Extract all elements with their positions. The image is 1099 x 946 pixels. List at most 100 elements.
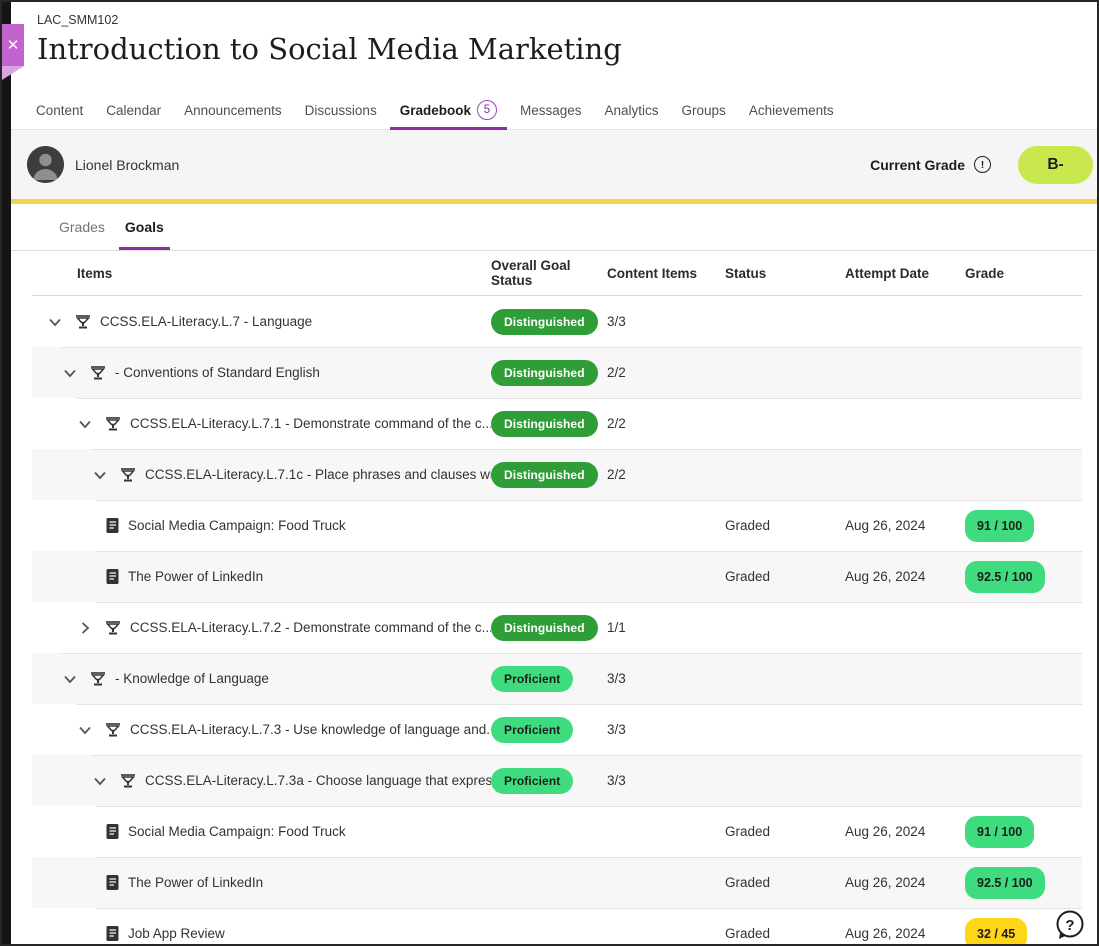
goals-table: Items Overall Goal Status Content Items … bbox=[32, 251, 1082, 946]
goal-icon bbox=[104, 721, 122, 739]
item-status: Graded bbox=[725, 518, 845, 533]
attempt-date: Aug 26, 2024 bbox=[845, 569, 965, 584]
course-nav: Content Calendar Announcements Discussio… bbox=[11, 91, 1097, 130]
chevron-down-icon[interactable] bbox=[92, 773, 108, 789]
goal-status-badge: Proficient bbox=[491, 717, 573, 743]
goal-icon bbox=[89, 364, 107, 382]
content-items-count: 3/3 bbox=[607, 773, 725, 788]
content-items-count: 2/2 bbox=[607, 365, 725, 380]
goal-title[interactable]: CCSS.ELA-Literacy.L.7.2 - Demonstrate co… bbox=[130, 620, 491, 635]
nav-tab-announcements[interactable]: Announcements bbox=[184, 91, 282, 130]
info-icon[interactable]: ! bbox=[974, 156, 991, 173]
grade-pill[interactable]: 92.5 / 100 bbox=[965, 561, 1045, 593]
table-row: The Power of LinkedIn Graded Aug 26, 202… bbox=[32, 551, 1082, 602]
content-item-title[interactable]: Social Media Campaign: Food Truck bbox=[128, 518, 346, 533]
help-button[interactable]: ? bbox=[1054, 909, 1086, 941]
avatar bbox=[27, 146, 64, 183]
tab-goals[interactable]: Goals bbox=[115, 219, 174, 250]
goal-title[interactable]: CCSS.ELA-Literacy.L.7.1c - Place phrases… bbox=[145, 467, 491, 482]
goal-status-badge: Proficient bbox=[491, 768, 573, 794]
document-icon bbox=[105, 568, 120, 585]
table-row: CCSS.ELA-Literacy.L.7 - Language Disting… bbox=[32, 296, 1082, 347]
goal-title[interactable]: CCSS.ELA-Literacy.L.7.3 - Use knowledge … bbox=[130, 722, 491, 737]
content-item-title[interactable]: The Power of LinkedIn bbox=[128, 875, 263, 890]
table-row: CCSS.ELA-Literacy.L.7.1 - Demonstrate co… bbox=[32, 398, 1082, 449]
table-row: CCSS.ELA-Literacy.L.7.2 - Demonstrate co… bbox=[32, 602, 1082, 653]
nav-tab-discussions[interactable]: Discussions bbox=[305, 91, 377, 130]
goal-icon bbox=[104, 415, 122, 433]
nav-tab-groups[interactable]: Groups bbox=[682, 91, 726, 130]
attempt-date: Aug 26, 2024 bbox=[845, 926, 965, 941]
gradebook-count-badge: 5 bbox=[477, 100, 497, 120]
grade-pill[interactable]: 91 / 100 bbox=[965, 816, 1034, 848]
background-app-strip bbox=[2, 2, 11, 944]
table-row: CCSS.ELA-Literacy.L.7.1c - Place phrases… bbox=[32, 449, 1082, 500]
goal-status-badge: Distinguished bbox=[491, 462, 598, 488]
table-row: The Power of LinkedIn Graded Aug 26, 202… bbox=[32, 857, 1082, 908]
attempt-date: Aug 26, 2024 bbox=[845, 824, 965, 839]
document-icon bbox=[105, 517, 120, 534]
goal-title[interactable]: CCSS.ELA-Literacy.L.7.1 - Demonstrate co… bbox=[130, 416, 491, 431]
col-content-items: Content Items bbox=[607, 266, 725, 281]
item-status: Graded bbox=[725, 926, 845, 941]
chevron-down-icon[interactable] bbox=[62, 671, 78, 687]
question-mark-icon: ? bbox=[1065, 917, 1074, 934]
nav-tab-achievements[interactable]: Achievements bbox=[749, 91, 834, 130]
col-items: Items bbox=[32, 266, 491, 281]
chevron-down-icon[interactable] bbox=[77, 722, 93, 738]
goal-icon bbox=[89, 670, 107, 688]
col-attempt-date: Attempt Date bbox=[845, 266, 965, 281]
goal-title[interactable]: CCSS.ELA-Literacy.L.7.3a - Choose langua… bbox=[145, 773, 491, 788]
col-status: Status bbox=[725, 266, 845, 281]
content-item-title[interactable]: Job App Review bbox=[128, 926, 225, 941]
nav-tab-gradebook[interactable]: Gradebook 5 bbox=[400, 91, 497, 130]
student-name: Lionel Brockman bbox=[75, 157, 179, 173]
goal-status-badge: Distinguished bbox=[491, 360, 598, 386]
content-items-count: 3/3 bbox=[607, 722, 725, 737]
content-items-count: 3/3 bbox=[607, 314, 725, 329]
item-status: Graded bbox=[725, 875, 845, 890]
attempt-date: Aug 26, 2024 bbox=[845, 518, 965, 533]
table-row: CCSS.ELA-Literacy.L.7.3 - Use knowledge … bbox=[32, 704, 1082, 755]
content-item-title[interactable]: The Power of LinkedIn bbox=[128, 569, 263, 584]
goal-title[interactable]: - Knowledge of Language bbox=[115, 671, 269, 686]
content-items-count: 1/1 bbox=[607, 620, 725, 635]
gradebook-subtabs: Grades Goals bbox=[11, 204, 1097, 251]
goal-icon bbox=[74, 313, 92, 331]
tab-grades[interactable]: Grades bbox=[49, 219, 115, 250]
course-panel: ✕ LAC_SMM102 Introduction to Social Medi… bbox=[0, 0, 1099, 946]
chevron-right-icon[interactable] bbox=[77, 620, 93, 636]
grade-pill[interactable]: 91 / 100 bbox=[965, 510, 1034, 542]
course-code: LAC_SMM102 bbox=[37, 13, 118, 27]
close-icon: ✕ bbox=[7, 36, 20, 54]
current-grade-pill[interactable]: B- bbox=[1018, 146, 1093, 184]
chevron-down-icon[interactable] bbox=[47, 314, 63, 330]
nav-tab-calendar[interactable]: Calendar bbox=[106, 91, 161, 130]
document-icon bbox=[105, 925, 120, 942]
content-items-count: 2/2 bbox=[607, 416, 725, 431]
table-header: Items Overall Goal Status Content Items … bbox=[32, 251, 1082, 296]
attempt-date: Aug 26, 2024 bbox=[845, 875, 965, 890]
page-title: Introduction to Social Media Marketing bbox=[37, 32, 622, 66]
close-panel-button[interactable]: ✕ bbox=[2, 24, 24, 66]
chevron-down-icon[interactable] bbox=[92, 467, 108, 483]
goal-title[interactable]: - Conventions of Standard English bbox=[115, 365, 320, 380]
goal-status-badge: Proficient bbox=[491, 666, 573, 692]
content-item-title[interactable]: Social Media Campaign: Food Truck bbox=[128, 824, 346, 839]
goal-status-badge: Distinguished bbox=[491, 615, 598, 641]
col-overall-status: Overall Goal Status bbox=[491, 258, 607, 288]
goal-status-badge: Distinguished bbox=[491, 411, 598, 437]
goal-icon bbox=[119, 466, 137, 484]
nav-tab-content[interactable]: Content bbox=[36, 91, 83, 130]
chevron-down-icon[interactable] bbox=[77, 416, 93, 432]
grade-pill[interactable]: 92.5 / 100 bbox=[965, 867, 1045, 899]
student-header-bar: Lionel Brockman Current Grade ! B- bbox=[11, 130, 1097, 199]
nav-tab-messages[interactable]: Messages bbox=[520, 91, 582, 130]
content-items-count: 3/3 bbox=[607, 671, 725, 686]
content-items-count: 2/2 bbox=[607, 467, 725, 482]
goal-title[interactable]: CCSS.ELA-Literacy.L.7 - Language bbox=[100, 314, 312, 329]
grade-pill[interactable]: 32 / 45 bbox=[965, 918, 1027, 946]
current-grade-label: Current Grade bbox=[870, 157, 965, 173]
nav-tab-analytics[interactable]: Analytics bbox=[605, 91, 659, 130]
chevron-down-icon[interactable] bbox=[62, 365, 78, 381]
